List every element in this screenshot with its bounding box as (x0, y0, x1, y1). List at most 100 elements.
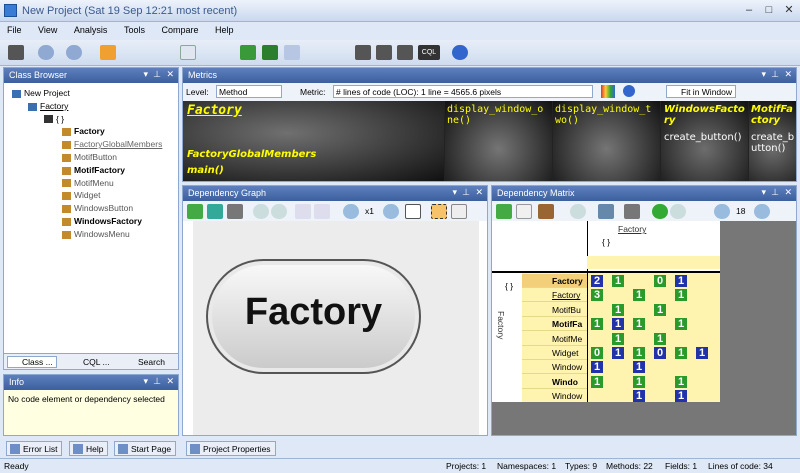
matrix-row-header[interactable]: MotifMe (522, 332, 587, 346)
matrix-top-label[interactable]: Factory (592, 224, 646, 234)
matrix-cell[interactable]: 1 (654, 332, 666, 345)
matrix-row-header[interactable]: Widget (522, 346, 587, 360)
tree-item[interactable]: MotifButton (62, 152, 117, 162)
report-icon[interactable] (284, 45, 300, 60)
tree-item[interactable]: { } (44, 114, 64, 124)
tree-item[interactable]: New Project (12, 88, 70, 98)
matrix-cell[interactable] (654, 318, 666, 330)
matrix-cell[interactable] (696, 376, 708, 388)
refresh-icon[interactable] (187, 204, 203, 219)
matrix-tool-icon[interactable] (598, 204, 614, 219)
graph-node-factory[interactable]: Factory (206, 259, 421, 374)
metrics-help-icon[interactable] (623, 85, 635, 97)
matrix-cell[interactable] (633, 304, 645, 316)
graph-back-icon[interactable] (253, 204, 269, 219)
matrix-cell[interactable] (696, 361, 708, 373)
matrix-nav-icon[interactable] (570, 204, 586, 219)
matrix-row-header[interactable]: Factory (522, 288, 587, 303)
matrix-refresh-icon[interactable] (496, 204, 512, 219)
tree-item[interactable]: WindowsButton (62, 203, 133, 213)
matrix-cell[interactable] (696, 275, 708, 287)
matrix-cell[interactable]: 1 (591, 375, 603, 388)
matrix-cell[interactable]: 1 (612, 347, 624, 359)
back-icon[interactable] (38, 45, 54, 60)
tab-search[interactable]: Search (124, 357, 165, 367)
tab-class[interactable]: Class ... (7, 356, 57, 368)
matrix-cell[interactable] (654, 390, 666, 402)
binoculars-icon[interactable] (8, 45, 24, 60)
matrix-cell[interactable]: 1 (633, 390, 645, 403)
matrix-zoom-out-icon[interactable] (754, 204, 770, 219)
run-icon[interactable] (240, 45, 256, 60)
matrix-cell[interactable] (612, 376, 624, 388)
matrix-cell[interactable] (675, 304, 687, 316)
matrix-cell[interactable]: 1 (675, 347, 687, 359)
matrix-cell[interactable] (675, 333, 687, 345)
matrix-cell[interactable] (696, 318, 708, 330)
matrix-cell[interactable]: 1 (612, 318, 624, 331)
camera-icon[interactable] (227, 204, 243, 219)
tab-cql[interactable]: CQL ... (69, 357, 110, 367)
tree-item[interactable]: MotifMenu (62, 178, 114, 188)
tab-error-list[interactable]: Error List (6, 441, 63, 456)
matrix-camera-icon[interactable] (624, 204, 640, 219)
color-scale-icon[interactable] (601, 85, 615, 98)
matrix-row-header[interactable]: MotifFa (522, 317, 587, 332)
matrix-row-header[interactable]: Windo (522, 375, 587, 389)
matrix-cell[interactable]: 1 (633, 375, 645, 388)
matrix-cell[interactable] (654, 376, 666, 388)
pin-icon[interactable]: ▾ (143, 69, 148, 80)
matrix-options-icon[interactable] (538, 204, 554, 219)
close-button[interactable]: ✕ (780, 3, 798, 17)
menu-compare[interactable]: Compare (154, 22, 205, 38)
matrix-cell[interactable]: 2 (591, 275, 603, 287)
graph-icon[interactable] (376, 45, 392, 60)
matrix-cell[interactable]: 1 (591, 318, 603, 331)
matrix-cell[interactable] (612, 390, 624, 402)
matrix-close-icon[interactable]: ✕ (784, 187, 792, 198)
fit-window-button[interactable]: Fit in Window (666, 85, 737, 98)
fit-icon[interactable] (405, 204, 421, 219)
matrix-back-icon[interactable] (652, 204, 668, 219)
redo-icon[interactable] (314, 204, 330, 219)
menu-view[interactable]: View (31, 22, 64, 38)
matrix-cell[interactable]: 1 (675, 318, 687, 331)
matrix-cell[interactable]: 1 (612, 275, 624, 287)
matrix-cell[interactable] (612, 361, 624, 373)
matrix-row-header[interactable]: MotifBu (522, 303, 587, 317)
tree-item[interactable]: Factory (62, 126, 105, 136)
tab-project-properties[interactable]: Project Properties (186, 441, 276, 456)
menu-analysis[interactable]: Analysis (67, 22, 115, 38)
matrix-forward-icon[interactable] (670, 204, 686, 219)
tab-start-page[interactable]: Start Page (114, 441, 177, 456)
tree-item[interactable]: Widget (62, 190, 100, 200)
matrix-cell[interactable] (591, 333, 603, 345)
matrix-cell[interactable] (675, 361, 687, 373)
level-select[interactable]: Method (216, 85, 282, 98)
matrix-cell[interactable]: 1 (675, 289, 687, 302)
matrix-cell[interactable]: 1 (612, 332, 624, 345)
matrix-canvas[interactable]: Factory { } { } Factory Factory Factory Mo… (492, 221, 796, 435)
graph-canvas[interactable]: Factory (183, 221, 487, 435)
matrix-cell[interactable]: 1 (675, 375, 687, 388)
zoom-in-icon[interactable] (343, 204, 359, 219)
close-icon[interactable]: ✕ (166, 69, 174, 80)
matrix-cell[interactable] (612, 289, 624, 301)
matrix-cell[interactable]: 1 (633, 318, 645, 331)
help-icon[interactable] (452, 45, 468, 60)
page-icon[interactable] (180, 45, 196, 60)
graph-close-icon[interactable]: ✕ (475, 187, 483, 198)
matrix-cell[interactable] (633, 333, 645, 345)
matrix-cell[interactable]: 1 (633, 289, 645, 302)
matrix-cell[interactable]: 0 (654, 347, 666, 359)
matrix-cell[interactable]: 1 (675, 275, 687, 287)
menu-help[interactable]: Help (208, 22, 241, 38)
matrix-cell[interactable] (696, 333, 708, 345)
zoom-out-icon[interactable] (383, 204, 399, 219)
matrix-cell[interactable] (696, 304, 708, 316)
matrix-cell[interactable]: 1 (675, 390, 687, 403)
matrix-cell[interactable]: 3 (591, 289, 603, 302)
metric-select[interactable]: # lines of code (LOC): 1 line = 4565.6 p… (333, 85, 593, 98)
pan-hand-icon[interactable] (451, 204, 467, 219)
matrix-cell[interactable]: 0 (591, 347, 603, 359)
